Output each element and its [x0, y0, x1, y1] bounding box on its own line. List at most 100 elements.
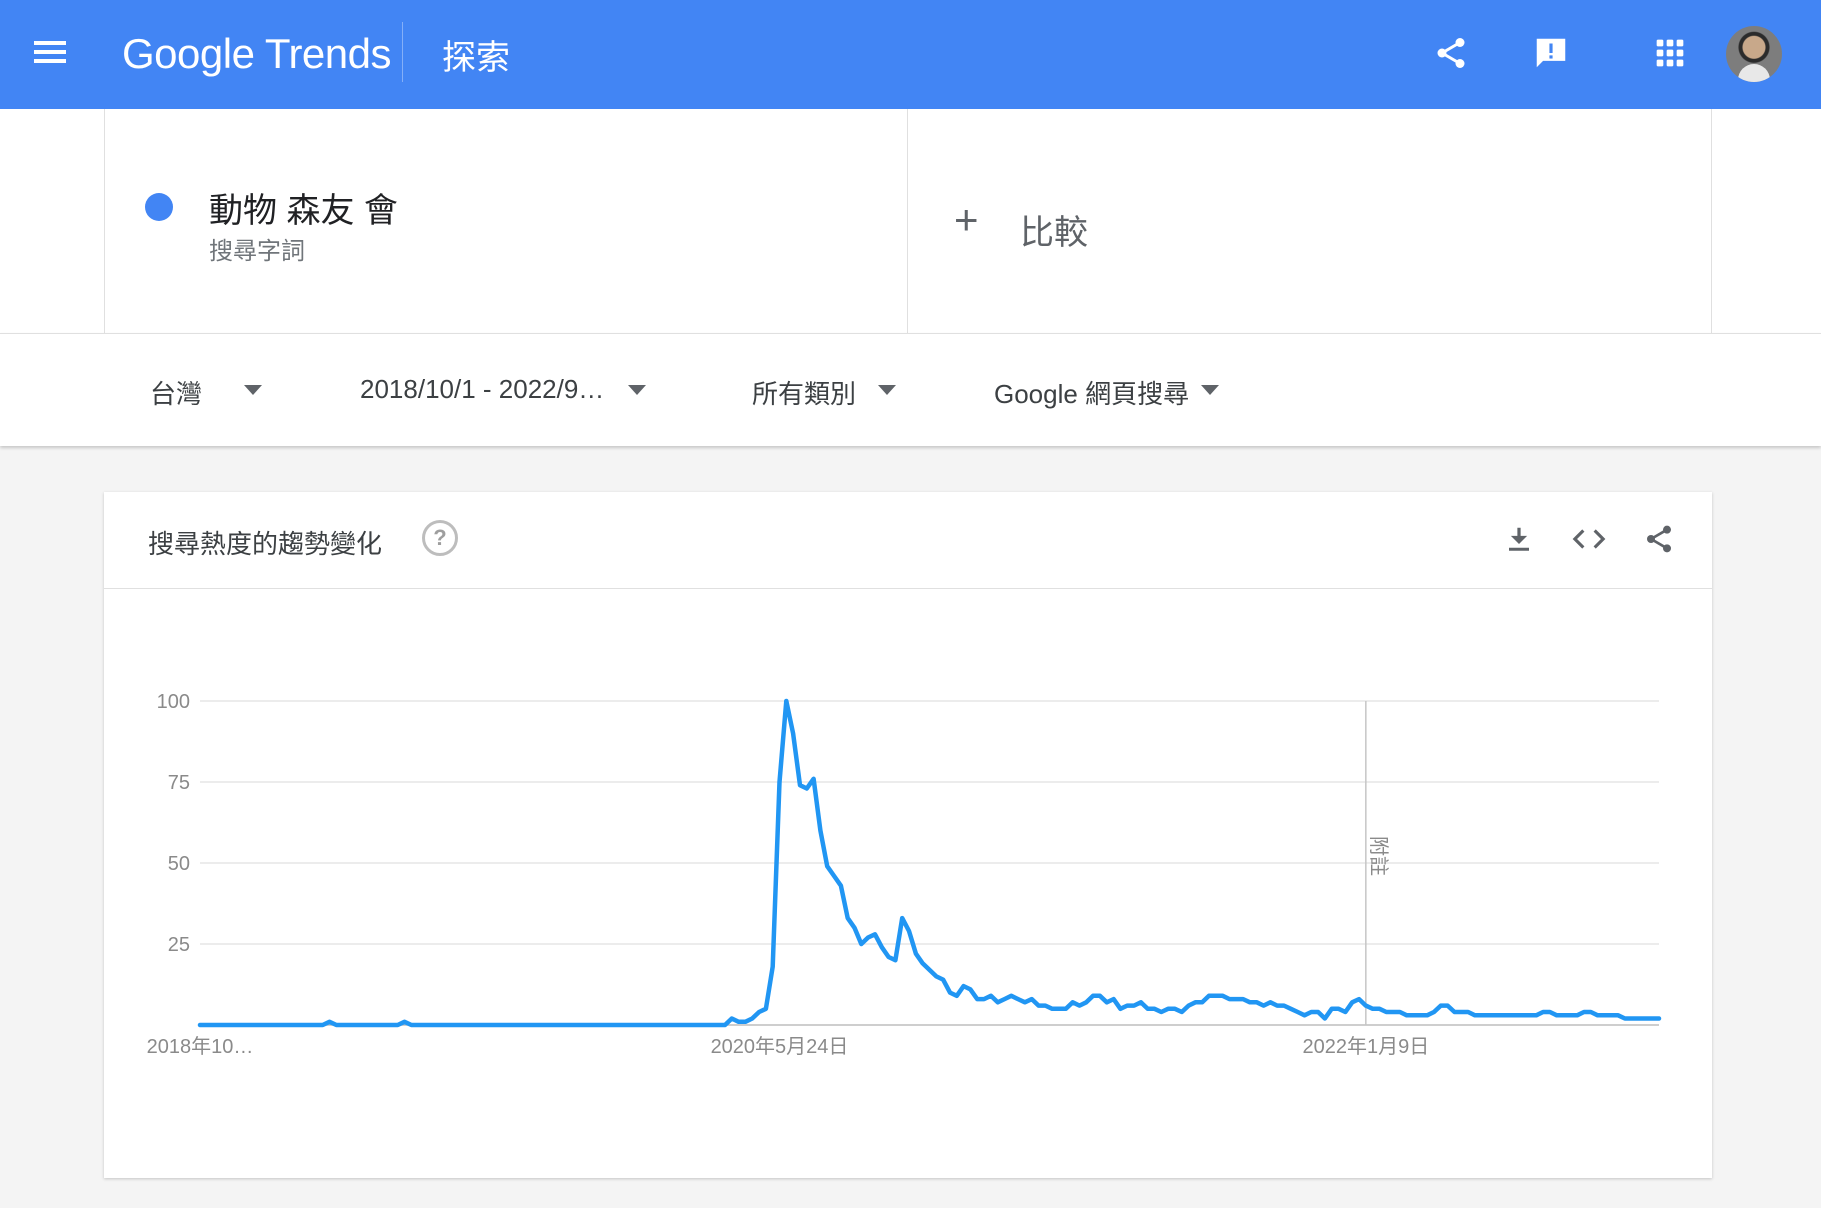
data-point[interactable]	[839, 884, 843, 888]
data-point[interactable]	[1398, 1010, 1402, 1014]
data-point[interactable]	[948, 991, 952, 995]
data-point[interactable]	[1125, 1004, 1129, 1008]
data-point[interactable]	[430, 1023, 434, 1027]
data-point[interactable]	[1337, 1007, 1341, 1011]
data-point[interactable]	[1596, 1013, 1600, 1017]
data-point[interactable]	[1493, 1013, 1497, 1017]
data-point[interactable]	[1214, 994, 1218, 998]
data-point[interactable]	[1637, 1017, 1641, 1021]
data-point[interactable]	[491, 1023, 495, 1027]
data-point[interactable]	[219, 1023, 223, 1027]
data-point[interactable]	[737, 1020, 741, 1024]
data-point[interactable]	[1405, 1013, 1409, 1017]
data-point[interactable]	[573, 1023, 577, 1027]
data-point[interactable]	[1043, 1004, 1047, 1008]
data-point[interactable]	[1616, 1013, 1620, 1017]
data-point[interactable]	[1309, 1010, 1313, 1014]
data-point[interactable]	[1146, 1007, 1150, 1011]
data-point[interactable]	[1480, 1013, 1484, 1017]
data-point[interactable]	[818, 829, 822, 833]
search-type-select[interactable]: Google 網頁搜尋	[994, 374, 1189, 411]
data-point[interactable]	[505, 1023, 509, 1027]
data-point[interactable]	[1657, 1017, 1661, 1021]
data-point[interactable]	[1200, 1000, 1204, 1004]
data-point[interactable]	[1153, 1007, 1157, 1011]
data-point[interactable]	[1193, 1000, 1197, 1004]
data-point[interactable]	[914, 952, 918, 956]
data-point[interactable]	[607, 1023, 611, 1027]
data-point[interactable]	[900, 916, 904, 920]
term-name[interactable]: 動物 森友 會	[209, 183, 398, 232]
data-point[interactable]	[1221, 994, 1225, 998]
data-point[interactable]	[1091, 994, 1095, 998]
data-point[interactable]	[641, 1023, 645, 1027]
data-point[interactable]	[1064, 1007, 1068, 1011]
data-point[interactable]	[1296, 1010, 1300, 1014]
data-point[interactable]	[648, 1023, 652, 1027]
data-point[interactable]	[484, 1023, 488, 1027]
data-point[interactable]	[355, 1023, 359, 1027]
data-point[interactable]	[805, 787, 809, 791]
data-point[interactable]	[1159, 1010, 1163, 1014]
data-point[interactable]	[416, 1023, 420, 1027]
annotation-label[interactable]: 附註	[1367, 836, 1390, 876]
data-point[interactable]	[587, 1023, 591, 1027]
data-point[interactable]	[1500, 1013, 1504, 1017]
data-point[interactable]	[375, 1023, 379, 1027]
data-point[interactable]	[743, 1020, 747, 1024]
data-point[interactable]	[1234, 997, 1238, 1001]
data-point[interactable]	[1555, 1013, 1559, 1017]
data-point[interactable]	[266, 1023, 270, 1027]
data-point[interactable]	[778, 780, 782, 784]
data-point[interactable]	[1275, 1004, 1279, 1008]
data-point[interactable]	[423, 1023, 427, 1027]
data-point[interactable]	[628, 1023, 632, 1027]
data-point[interactable]	[968, 987, 972, 991]
data-point[interactable]	[1282, 1004, 1286, 1008]
data-point[interactable]	[1228, 997, 1232, 1001]
data-point[interactable]	[703, 1023, 707, 1027]
data-point[interactable]	[1330, 1007, 1334, 1011]
data-point[interactable]	[1609, 1013, 1613, 1017]
data-point[interactable]	[1643, 1017, 1647, 1021]
data-point[interactable]	[559, 1023, 563, 1027]
data-point[interactable]	[464, 1023, 468, 1027]
data-point[interactable]	[880, 945, 884, 949]
data-point[interactable]	[580, 1023, 584, 1027]
data-point[interactable]	[1371, 1007, 1375, 1011]
date-range-select[interactable]: 2018/10/1 - 2022/9…	[360, 374, 604, 405]
data-point[interactable]	[1187, 1004, 1191, 1008]
data-point[interactable]	[1350, 1000, 1354, 1004]
data-point[interactable]	[525, 1023, 529, 1027]
data-point[interactable]	[307, 1023, 311, 1027]
data-point[interactable]	[1575, 1013, 1579, 1017]
data-point[interactable]	[246, 1023, 250, 1027]
data-point[interactable]	[1541, 1010, 1545, 1014]
data-point[interactable]	[1446, 1004, 1450, 1008]
data-point[interactable]	[764, 1007, 768, 1011]
data-point[interactable]	[634, 1023, 638, 1027]
data-point[interactable]	[471, 1023, 475, 1027]
data-point[interactable]	[1268, 1000, 1272, 1004]
data-point[interactable]	[1003, 997, 1007, 1001]
data-point[interactable]	[887, 955, 891, 959]
data-point[interactable]	[1487, 1013, 1491, 1017]
data-point[interactable]	[1016, 997, 1020, 1001]
data-point[interactable]	[273, 1023, 277, 1027]
data-point[interactable]	[382, 1023, 386, 1027]
data-point[interactable]	[846, 916, 850, 920]
data-point[interactable]	[1084, 1000, 1088, 1004]
data-point[interactable]	[730, 1017, 734, 1021]
data-point[interactable]	[1343, 1010, 1347, 1014]
data-point[interactable]	[546, 1023, 550, 1027]
data-point[interactable]	[532, 1023, 536, 1027]
data-point[interactable]	[682, 1023, 686, 1027]
data-point[interactable]	[893, 958, 897, 962]
data-point[interactable]	[293, 1023, 297, 1027]
data-point[interactable]	[212, 1023, 216, 1027]
data-point[interactable]	[539, 1023, 543, 1027]
data-point[interactable]	[198, 1023, 202, 1027]
data-point[interactable]	[716, 1023, 720, 1027]
data-point[interactable]	[239, 1023, 243, 1027]
data-point[interactable]	[300, 1023, 304, 1027]
